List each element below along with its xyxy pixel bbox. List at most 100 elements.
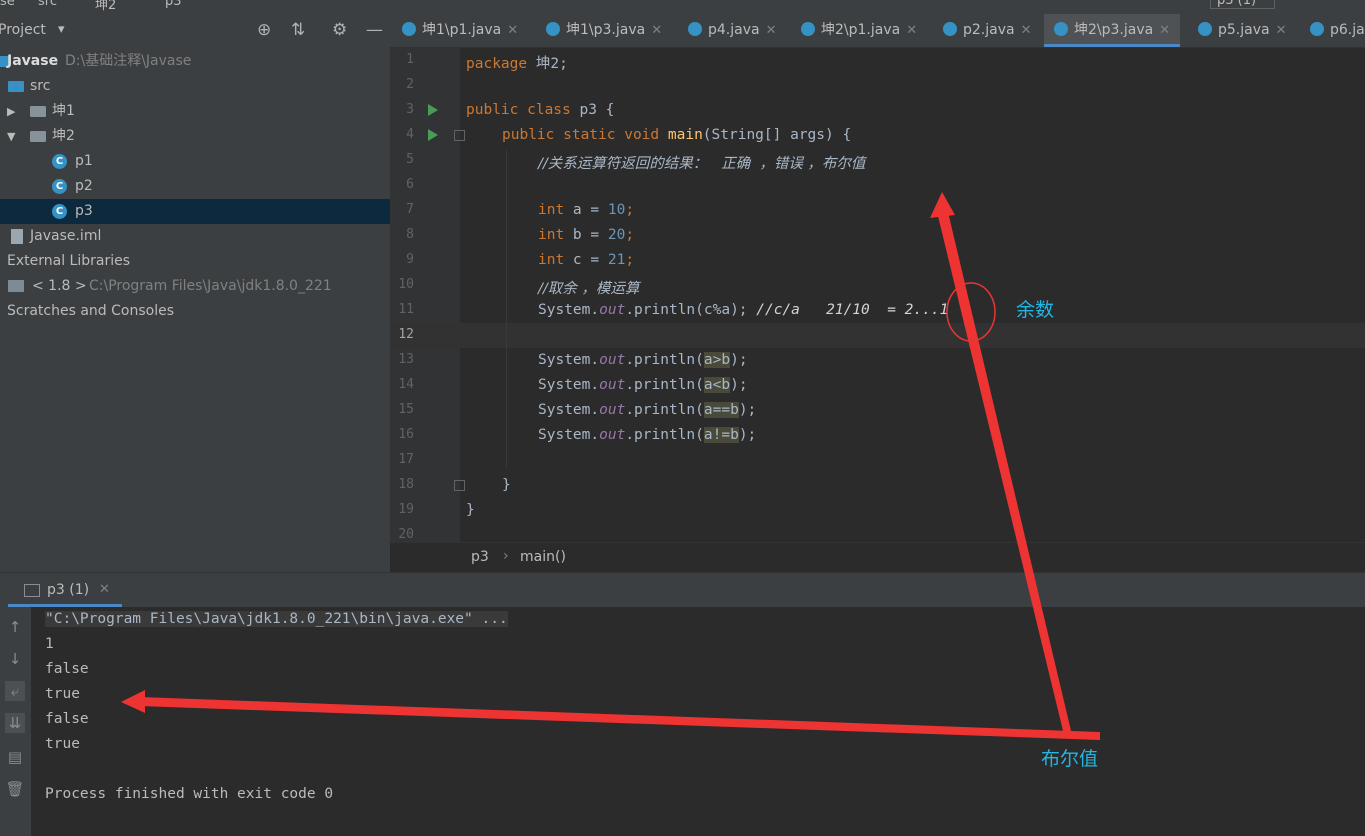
chevron-down-icon[interactable]: ▼ (7, 124, 15, 149)
tree-item-iml[interactable]: Javase.iml (0, 224, 390, 249)
code-line-14[interactable]: System.out.println(a<b); (538, 377, 748, 393)
code-line-19[interactable]: } (466, 502, 475, 518)
trash-icon[interactable]: 🗑 (5, 779, 25, 799)
chevron-down-icon[interactable]: ▾ (58, 22, 65, 37)
number-literal: 20 (607, 227, 626, 243)
run-tab[interactable]: p3 (1) ✕ (8, 573, 122, 607)
gear-icon[interactable]: ⚙ (332, 20, 347, 40)
close-icon[interactable]: ✕ (99, 573, 110, 607)
tree-item-label: p1 (75, 153, 93, 169)
indent-guide (506, 150, 507, 468)
arrow-up-icon[interactable]: ↑ (5, 617, 25, 637)
annotation-arrow-up-head (930, 192, 955, 218)
editor-tab-bar: 坤1\p1.java ✕ 坤1\p3.java ✕ p4.java ✕ 坤2\p1.j… (390, 14, 1365, 48)
fold-marker-icon[interactable] (454, 480, 465, 491)
tab-kun2-p3[interactable]: 坤2\p3.java ✕ (1044, 14, 1181, 47)
close-icon[interactable]: ✕ (766, 23, 777, 38)
print-icon[interactable]: ▤ (5, 747, 25, 767)
static-field: out (599, 352, 626, 368)
console-output-line: true (45, 686, 80, 702)
scroll-to-end-icon[interactable]: ⇊ (5, 713, 25, 733)
tab-p4[interactable]: p4.java ✕ (688, 14, 776, 47)
tab-label: 坤1\p3.java (566, 22, 646, 38)
breadcrumb-file[interactable]: p3 (471, 549, 489, 565)
breadcrumb-method[interactable]: main() (520, 549, 566, 565)
run-config-select[interactable]: p3 (1) (1210, 0, 1276, 9)
locate-target-icon[interactable]: ⊕ (257, 20, 271, 40)
fold-marker-icon[interactable] (454, 130, 465, 141)
close-icon[interactable]: ✕ (651, 23, 662, 38)
tab-kun2-p1[interactable]: 坤2\p1.java ✕ (801, 14, 917, 47)
tab-kun1-p3[interactable]: 坤1\p3.java ✕ (546, 14, 662, 47)
collapse-all-icon[interactable]: ⇅ (291, 20, 305, 40)
nav-crumb-project[interactable]: se (0, 0, 15, 9)
nav-crumb-package[interactable]: 坤2 (95, 0, 116, 13)
line-number: 12 (398, 327, 414, 342)
tab-p5[interactable]: p5.java ✕ (1198, 14, 1286, 47)
nav-crumb-src[interactable]: src (38, 0, 57, 9)
close-icon[interactable]: ✕ (1021, 23, 1032, 38)
tab-kun1-p1[interactable]: 坤1\p1.java ✕ (402, 14, 518, 47)
code-line-3[interactable]: public class p3 { (466, 102, 614, 118)
code-line-1[interactable]: package 坤2; (466, 52, 568, 73)
tree-item-javase[interactable]: Javase D:\基础注释\Javase (0, 49, 390, 74)
code-line-10[interactable]: //取余 ，模运算 (538, 277, 639, 298)
code-text: .println( (625, 377, 704, 393)
tree-item-scratches[interactable]: Scratches and Consoles (0, 299, 390, 324)
process-finished-message: Process finished with exit code 0 (45, 786, 334, 802)
tab-label: 坤2\p1.java (821, 22, 901, 38)
code-line-11[interactable]: System.out.println(c%a); //c/a 21/10 = 2… (538, 302, 948, 318)
line-number: 2 (406, 77, 414, 92)
tree-item-p3[interactable]: C p3 (0, 199, 390, 224)
tree-item-external-libraries[interactable]: External Libraries (0, 249, 390, 274)
tree-item-path: C:\Program Files\Java\jdk1.8.0_221 (89, 278, 332, 294)
tree-item-p2[interactable]: C p2 (0, 174, 390, 199)
java-class-icon (1310, 22, 1324, 36)
arrow-down-icon[interactable]: ↓ (5, 649, 25, 669)
code-line-16[interactable]: System.out.println(a!=b); (538, 427, 756, 443)
close-icon[interactable]: ✕ (507, 23, 518, 38)
tree-item-src[interactable]: src (0, 74, 390, 99)
project-view-title[interactable]: Project (0, 22, 46, 38)
code-line-8[interactable]: int b = 20; (538, 227, 634, 243)
tab-p6[interactable]: p6.ja (1310, 14, 1365, 47)
code-text: ); (730, 377, 748, 393)
line-number: 4 (406, 127, 414, 142)
console-output-line: 1 (45, 636, 54, 652)
console-output-line: true (45, 736, 80, 752)
editor-breadcrumb: p3 › main() (390, 542, 1365, 573)
tree-item-package-kun1[interactable]: ▶ 坤1 (0, 99, 390, 124)
code-line-5[interactable]: //关系运算符返回的结果： 正确 ，错误 ，布尔值 (538, 152, 865, 173)
soft-wrap-icon[interactable]: ⤶ (5, 681, 25, 701)
tree-item-p1[interactable]: C p1 (0, 149, 390, 174)
code-text: c = (564, 252, 608, 268)
console-output-line: false (45, 661, 89, 677)
close-icon[interactable]: ✕ (1159, 23, 1170, 38)
iml-file-icon (11, 229, 23, 244)
tab-p2[interactable]: p2.java ✕ (943, 14, 1031, 47)
chevron-right-icon[interactable]: ▶ (7, 99, 15, 124)
code-line-4[interactable]: public static void main(String[] args) { (502, 127, 851, 143)
close-icon[interactable]: ✕ (906, 23, 917, 38)
close-icon[interactable]: ✕ (1276, 23, 1287, 38)
console-output-line: false (45, 711, 89, 727)
code-line-7[interactable]: int a = 10; (538, 202, 634, 218)
nav-crumb-file[interactable]: p3 (165, 0, 182, 9)
package-folder-icon (30, 131, 46, 142)
tree-item-package-kun2[interactable]: ▼ 坤2 (0, 124, 390, 149)
code-line-13[interactable]: System.out.println(a>b); (538, 352, 748, 368)
minimize-icon[interactable]: — (366, 20, 383, 40)
static-field: out (599, 302, 626, 318)
static-field: out (599, 427, 626, 443)
tree-item-jdk[interactable]: < 1.8 > C:\Program Files\Java\jdk1.8.0_2… (0, 274, 390, 299)
semicolon: ; (625, 202, 635, 218)
code-line-9[interactable]: int c = 21; (538, 252, 634, 268)
code-line-15[interactable]: System.out.println(a==b); (538, 402, 756, 418)
run-arrow-icon[interactable] (428, 104, 438, 116)
run-arrow-icon[interactable] (428, 129, 438, 141)
code-comment: //c/a 21/10 = 2...1 (756, 302, 949, 318)
code-text: System. (538, 427, 600, 443)
tree-item-label: Scratches and Consoles (7, 303, 174, 319)
tree-item-label: 坤2 (52, 128, 75, 144)
code-line-18[interactable]: } (502, 477, 511, 493)
